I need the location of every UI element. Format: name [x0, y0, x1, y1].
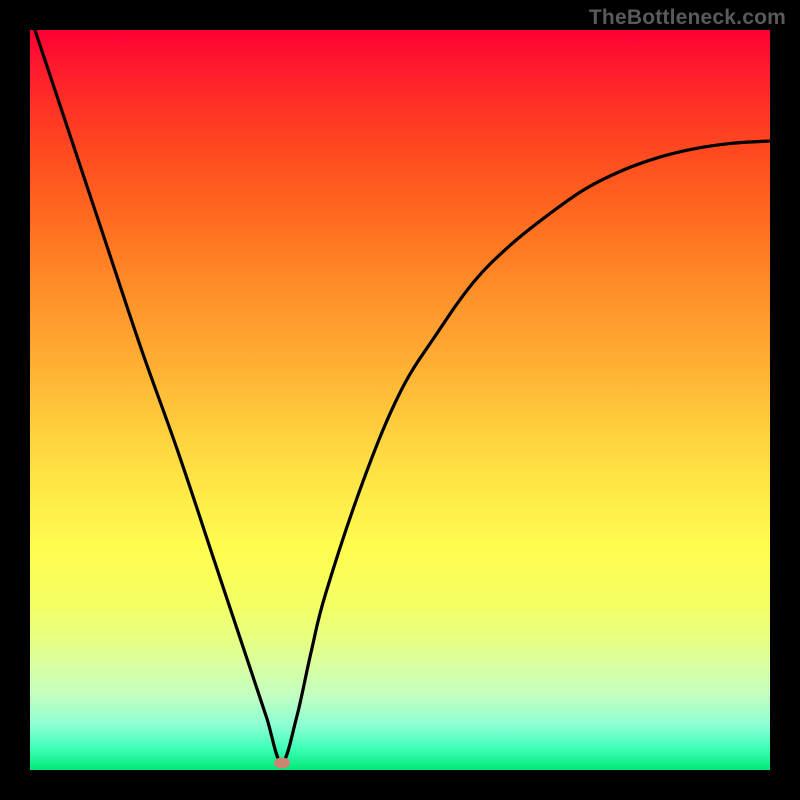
bottleneck-curve [30, 30, 770, 770]
plot-area [30, 30, 770, 770]
chart-frame: TheBottleneck.com [0, 0, 800, 800]
optimum-marker [274, 757, 290, 768]
curve-path [30, 30, 770, 763]
watermark-text: TheBottleneck.com [589, 6, 786, 30]
